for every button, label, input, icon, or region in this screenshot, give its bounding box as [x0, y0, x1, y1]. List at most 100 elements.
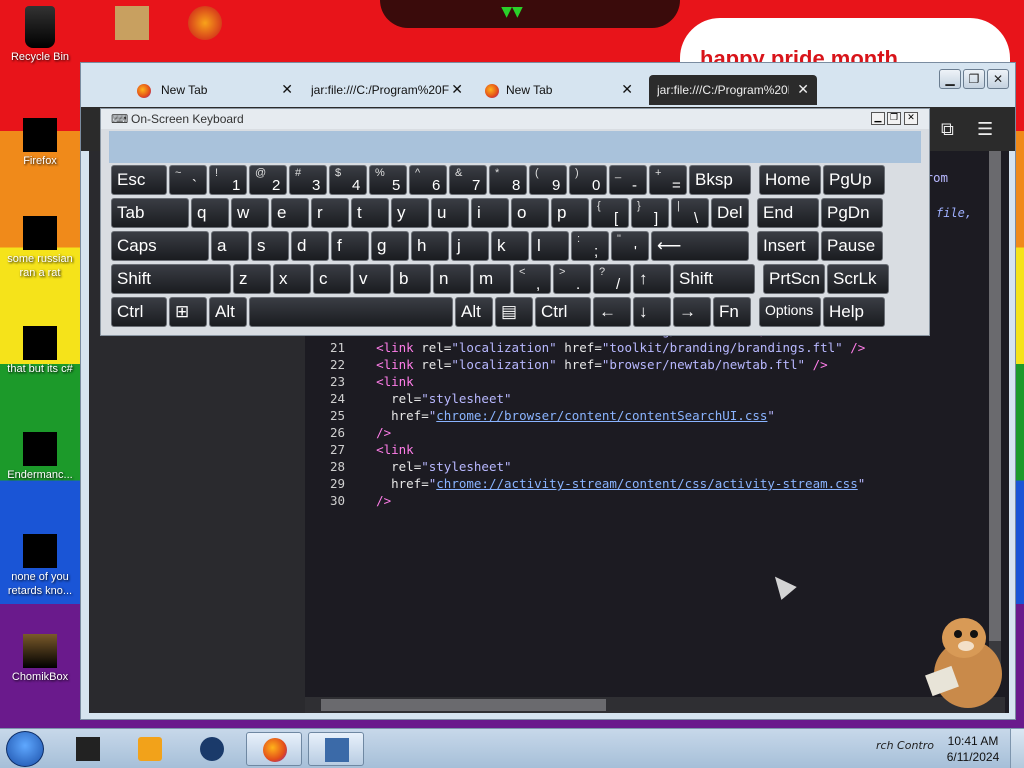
key-[interactable]: " ' [611, 231, 649, 261]
key-1[interactable]: ! 1 [209, 165, 247, 195]
taskbar-app-1[interactable] [60, 732, 116, 766]
key-r[interactable]: r [311, 198, 349, 228]
key-options[interactable]: Options [759, 297, 821, 327]
key-t[interactable]: t [351, 198, 389, 228]
key-[interactable]: <, [513, 264, 551, 294]
tab-jar-file-active[interactable]: jar:file:///C:/Program%20F ✕ [649, 75, 817, 105]
tab-new-tab-2[interactable]: New Tab ✕ [481, 75, 641, 105]
key-4[interactable]: $4 [329, 165, 367, 195]
taskbar-app-3[interactable] [184, 732, 240, 766]
key-a[interactable]: a [211, 231, 249, 261]
key-j[interactable]: j [451, 231, 489, 261]
key-[interactable]: + = [649, 165, 687, 195]
key-0[interactable]: ) 0 [569, 165, 607, 195]
desktop-icon-app-1[interactable] [165, 6, 245, 42]
key-del[interactable]: Del [711, 198, 749, 228]
key-scrlk[interactable]: ScrLk [827, 264, 889, 294]
key-bksp[interactable]: Bksp [689, 165, 751, 195]
key-[interactable]: :; [571, 231, 609, 261]
desktop-icon-chomikbox[interactable]: ChomikBox [0, 634, 80, 684]
desktop-icon-firefox[interactable]: Firefox [0, 118, 80, 168]
desktop-icon-endermanc[interactable]: Endermanc... [0, 432, 80, 482]
key-e[interactable]: e [271, 198, 309, 228]
key-space[interactable] [249, 297, 453, 327]
key-y[interactable]: y [391, 198, 429, 228]
key-v[interactable]: v [353, 264, 391, 294]
scroll-thumb[interactable] [321, 699, 606, 711]
key-i[interactable]: i [471, 198, 509, 228]
key-z[interactable]: z [233, 264, 271, 294]
taskbar-app-osk[interactable] [308, 732, 364, 766]
taskbar-app-media[interactable] [122, 732, 178, 766]
key-pgup[interactable]: PgUp [823, 165, 885, 195]
key-alt[interactable]: Alt [455, 297, 493, 327]
key-[interactable]: ▤ [495, 297, 533, 327]
key-8[interactable]: * 8 [489, 165, 527, 195]
key-l[interactable]: l [531, 231, 569, 261]
key-h[interactable]: h [411, 231, 449, 261]
tab-new-tab-1[interactable]: New Tab ✕ [81, 75, 301, 105]
key-g[interactable]: g [371, 231, 409, 261]
key-5[interactable]: % 5 [369, 165, 407, 195]
key-[interactable]: ← [593, 297, 631, 327]
key-2[interactable]: @2 [249, 165, 287, 195]
key-w[interactable]: w [231, 198, 269, 228]
scroll-thumb[interactable] [989, 151, 1001, 641]
key-3[interactable]: #3 [289, 165, 327, 195]
key-tab[interactable]: Tab [111, 198, 189, 228]
show-desktop-button[interactable] [1010, 729, 1024, 768]
key-7[interactable]: & 7 [449, 165, 487, 195]
taskbar-app-firefox[interactable] [246, 732, 302, 766]
key-insert[interactable]: Insert [757, 231, 819, 261]
key-[interactable]: ⟵ [651, 231, 749, 261]
start-button[interactable] [6, 731, 44, 767]
key-[interactable]: }] [631, 198, 669, 228]
close-button[interactable]: ✕ [987, 69, 1009, 89]
extensions-icon[interactable]: ⧉ [941, 119, 954, 140]
key-help[interactable]: Help [823, 297, 885, 327]
key-ctrl[interactable]: Ctrl [111, 297, 167, 327]
tab-jar-file-1[interactable]: jar:file:///C:/Program%20F ✕ [291, 75, 471, 105]
key-[interactable]: >. [553, 264, 591, 294]
horizontal-scrollbar[interactable] [305, 697, 1005, 713]
key-[interactable]: → [673, 297, 711, 327]
osk-maximize-button[interactable]: ❐ [887, 112, 901, 125]
key-q[interactable]: q [191, 198, 229, 228]
key-prtscn[interactable]: PrtScn [763, 264, 825, 294]
key-ctrl[interactable]: Ctrl [535, 297, 591, 327]
key-shift[interactable]: Shift [111, 264, 231, 294]
minimize-button[interactable]: ▁ [939, 69, 961, 89]
desktop-icon-russian-rat[interactable]: some russian ran a rat [0, 216, 80, 280]
key-esc[interactable]: Esc [111, 165, 167, 195]
key-u[interactable]: u [431, 198, 469, 228]
key-x[interactable]: x [273, 264, 311, 294]
key-[interactable]: ↓ [633, 297, 671, 327]
key-s[interactable]: s [251, 231, 289, 261]
close-icon[interactable]: ✕ [451, 81, 463, 98]
key-c[interactable]: c [313, 264, 351, 294]
key-fn[interactable]: Fn [713, 297, 751, 327]
close-icon[interactable]: ✕ [621, 81, 633, 98]
key-d[interactable]: d [291, 231, 329, 261]
key-9[interactable]: (9 [529, 165, 567, 195]
key-alt[interactable]: Alt [209, 297, 247, 327]
key-o[interactable]: o [511, 198, 549, 228]
key-home[interactable]: Home [759, 165, 821, 195]
key-f[interactable]: f [331, 231, 369, 261]
clock[interactable]: 10:41 AM 6/11/2024 [938, 733, 1008, 765]
key-[interactable]: ~ ` [169, 165, 207, 195]
key-pgdn[interactable]: PgDn [821, 198, 883, 228]
key-pause[interactable]: Pause [821, 231, 883, 261]
osk-close-button[interactable]: ✕ [904, 112, 918, 125]
key-p[interactable]: p [551, 198, 589, 228]
key-[interactable]: ? / [593, 264, 631, 294]
key-shift[interactable]: Shift [673, 264, 755, 294]
maximize-button[interactable]: ❐ [963, 69, 985, 89]
key-b[interactable]: b [393, 264, 431, 294]
key-k[interactable]: k [491, 231, 529, 261]
key-caps[interactable]: Caps [111, 231, 209, 261]
key-[interactable]: ↑ [633, 264, 671, 294]
key-6[interactable]: ^ 6 [409, 165, 447, 195]
key-n[interactable]: n [433, 264, 471, 294]
desktop-icon-recycle-bin[interactable]: Recycle Bin [0, 6, 80, 64]
